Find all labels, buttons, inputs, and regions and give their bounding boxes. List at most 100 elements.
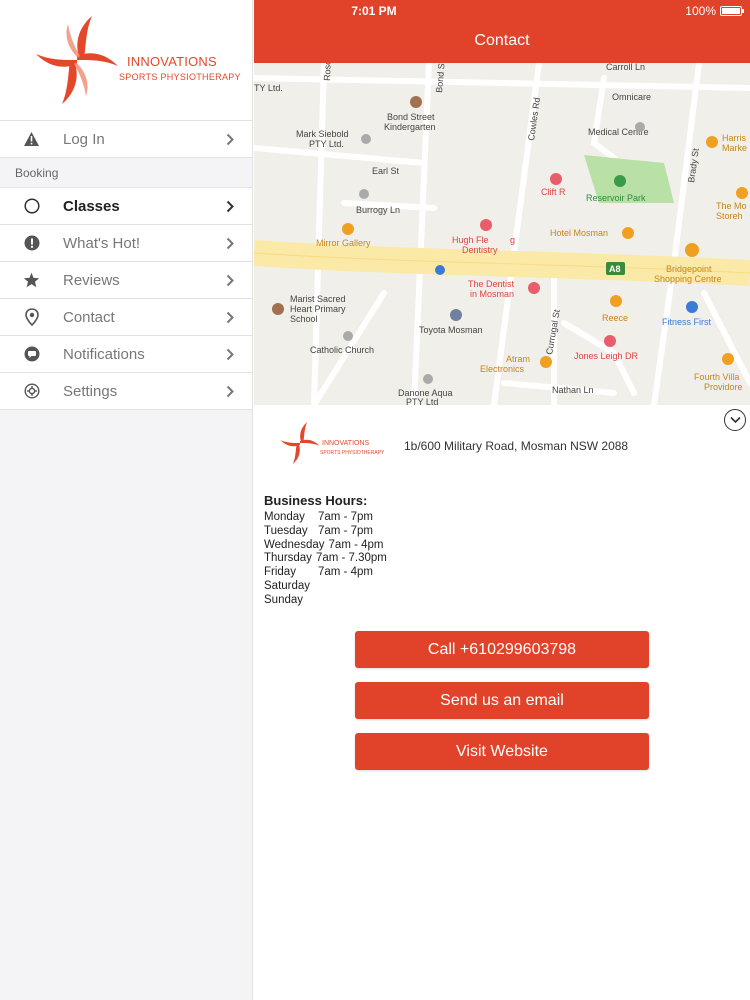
map-label: Harris bbox=[722, 133, 746, 143]
hours-row: Monday 7am - 7pm bbox=[264, 511, 387, 525]
sidebar-item-classes[interactable]: Classes bbox=[0, 187, 252, 224]
page-title: Contact bbox=[474, 32, 530, 49]
map-label: PTY Ltd. bbox=[309, 139, 344, 149]
map-label: Marke bbox=[722, 143, 747, 153]
map-label: Catholic Church bbox=[310, 345, 374, 355]
sidebar-item-notifications[interactable]: Notifications bbox=[0, 335, 252, 372]
chat-bubble-icon bbox=[0, 346, 63, 362]
innovations-logo-icon bbox=[36, 16, 118, 104]
road-shield-a8: A8 bbox=[609, 264, 621, 274]
menu-divider bbox=[0, 409, 252, 410]
visit-website-button[interactable]: Visit Website bbox=[355, 733, 649, 770]
chevron-right-icon bbox=[220, 200, 240, 213]
map-label: The Dentist bbox=[468, 279, 515, 289]
hours-time: 7am - 7pm bbox=[318, 511, 373, 523]
map-label: School bbox=[290, 314, 318, 324]
map-label: Carroll Ln bbox=[606, 63, 645, 72]
hours-row: Friday 7am - 4pm bbox=[264, 566, 387, 580]
map-label: Currugal St bbox=[544, 308, 562, 355]
brand-tagline: SPORTS PHYSIOTHERAPY bbox=[119, 72, 241, 82]
hours-day: Thursday bbox=[264, 552, 312, 565]
chevron-right-icon bbox=[220, 385, 240, 398]
sidebar-item-label: Contact bbox=[63, 308, 115, 326]
hours-row: Thursday 7am - 7.30pm bbox=[264, 552, 387, 566]
email-button[interactable]: Send us an email bbox=[355, 682, 649, 719]
map-label: Fourth Villa bbox=[694, 372, 739, 382]
sidebar-item-settings[interactable]: Settings bbox=[0, 372, 252, 409]
map-label: The Mo bbox=[716, 201, 747, 211]
map-label: Mirror Gallery bbox=[316, 238, 371, 248]
map-label: Clift R bbox=[541, 187, 566, 197]
business-hours-title: Business Hours: bbox=[264, 493, 368, 508]
call-button[interactable]: Call +610299603798 bbox=[355, 631, 649, 668]
map-label: TY Ltd. bbox=[254, 83, 283, 93]
map-label: Fitness First bbox=[662, 317, 712, 327]
map-label: Bond St bbox=[434, 63, 447, 93]
hours-day: Saturday bbox=[264, 579, 311, 592]
brand-tagline-small: SPORTS PHYSIOTHERAPY bbox=[320, 450, 385, 456]
hours-row: Wednesday 7am - 4pm bbox=[264, 539, 387, 553]
map-label: Cowles Rd bbox=[526, 97, 542, 141]
map-label: Storeh bbox=[716, 211, 743, 221]
business-hours: Business Hours: Monday 7am - 7pm Tuesday 7… bbox=[264, 493, 387, 608]
map-label: Atram bbox=[506, 354, 530, 364]
hours-row: Tuesday 7am - 7pm bbox=[264, 525, 387, 539]
map-label: Heart Primary bbox=[290, 304, 346, 314]
star-icon bbox=[0, 272, 63, 288]
map-label: Bridgepoint bbox=[666, 264, 712, 274]
map-label: Reece bbox=[602, 313, 628, 323]
sidebar-item-login[interactable]: Log In bbox=[0, 120, 252, 157]
warning-icon bbox=[0, 131, 63, 147]
hours-day: Wednesday bbox=[264, 538, 325, 551]
sidebar-menu: Log In Booking Classes What's Hot! Revie… bbox=[0, 120, 252, 410]
sidebar-item-contact[interactable]: Contact bbox=[0, 298, 252, 335]
chevron-right-icon bbox=[220, 311, 240, 324]
map-label: Nathan Ln bbox=[552, 385, 594, 395]
sidebar-item-label: Notifications bbox=[63, 345, 145, 363]
map-label: Omnicare bbox=[612, 92, 651, 102]
hours-time: 7am - 4pm bbox=[318, 566, 373, 579]
map-label: Rose bbox=[322, 63, 333, 81]
map-label: Jones Leigh DR bbox=[574, 351, 639, 361]
main-panel: 7:01 PM 100% Contact TY Ltd. Rose Bond S… bbox=[254, 0, 750, 1000]
brand-logo-small: INNOVATIONS SPORTS PHYSIOTHERAPY bbox=[278, 421, 408, 469]
hours-time: 7am - 4pm bbox=[328, 538, 384, 551]
hours-day: Tuesday bbox=[264, 524, 308, 537]
map-label: Earl St bbox=[372, 166, 400, 176]
sidebar-item-whats-hot[interactable]: What's Hot! bbox=[0, 224, 252, 261]
collapse-chevron-icon[interactable] bbox=[724, 409, 746, 431]
sidebar: INNOVATIONS SPORTS PHYSIOTHERAPY Log In … bbox=[0, 0, 253, 1000]
clinic-address: 1b/600 Military Road, Mosman NSW 2088 bbox=[404, 439, 629, 453]
brand-name: INNOVATIONS bbox=[127, 54, 217, 69]
map-label: Shopping Centre bbox=[654, 274, 722, 284]
exclamation-icon bbox=[0, 235, 63, 251]
sidebar-item-label: Log In bbox=[63, 130, 105, 148]
map-label: g bbox=[510, 235, 515, 245]
battery-status: 100% bbox=[685, 4, 744, 18]
map-label: Burrogy Ln bbox=[356, 205, 400, 215]
hours-day: Monday bbox=[264, 511, 305, 523]
chevron-right-icon bbox=[220, 348, 240, 361]
map-label: Kindergarten bbox=[384, 122, 436, 132]
map-label: Dentistry bbox=[462, 245, 498, 255]
map-label: in Mosman bbox=[470, 289, 514, 299]
section-header-booking: Booking bbox=[0, 157, 252, 187]
sidebar-item-label: Settings bbox=[63, 382, 118, 400]
hours-row: Saturday bbox=[264, 580, 387, 594]
status-time: 7:01 PM bbox=[351, 4, 397, 18]
map-view[interactable]: TY Ltd. Rose Bond St Bond Street Kinderg… bbox=[254, 63, 750, 405]
hours-day: Sunday bbox=[264, 593, 304, 606]
chevron-right-icon bbox=[220, 274, 240, 287]
map-label: Hugh Fle bbox=[452, 235, 489, 245]
sidebar-item-label: Reviews bbox=[63, 271, 120, 289]
navigation-header: 7:01 PM 100% Contact bbox=[254, 0, 750, 63]
hours-time: 7am - 7pm bbox=[318, 524, 373, 537]
sidebar-item-reviews[interactable]: Reviews bbox=[0, 261, 252, 298]
brand-logo: INNOVATIONS SPORTS PHYSIOTHERAPY bbox=[0, 0, 252, 120]
hours-time: 7am - 7.30pm bbox=[315, 552, 387, 565]
map-label: Providore bbox=[704, 382, 743, 392]
map-label: PTY Ltd bbox=[406, 397, 438, 405]
contact-info-panel: INNOVATIONS SPORTS PHYSIOTHERAPY 1b/600 … bbox=[254, 405, 750, 1000]
location-pin-icon bbox=[0, 308, 63, 326]
hours-row: Sunday bbox=[264, 594, 387, 608]
